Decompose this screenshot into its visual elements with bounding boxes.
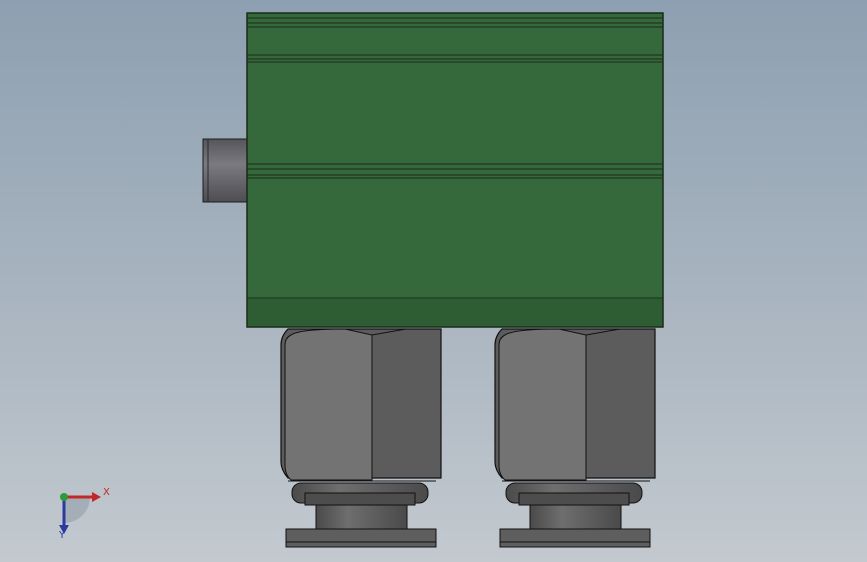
triad-x-label: X xyxy=(103,487,110,498)
push-fitting-left[interactable] xyxy=(280,328,442,548)
side-port-boss[interactable] xyxy=(202,138,250,203)
valve-housing[interactable] xyxy=(246,12,664,328)
model-canvas[interactable] xyxy=(0,0,867,562)
graphics-viewport[interactable]: X Y xyxy=(0,0,867,562)
z-axis-dot xyxy=(60,493,68,501)
push-fitting-right[interactable] xyxy=(494,328,656,548)
reference-triad xyxy=(59,492,101,534)
triad-y-label: Y xyxy=(59,530,66,541)
